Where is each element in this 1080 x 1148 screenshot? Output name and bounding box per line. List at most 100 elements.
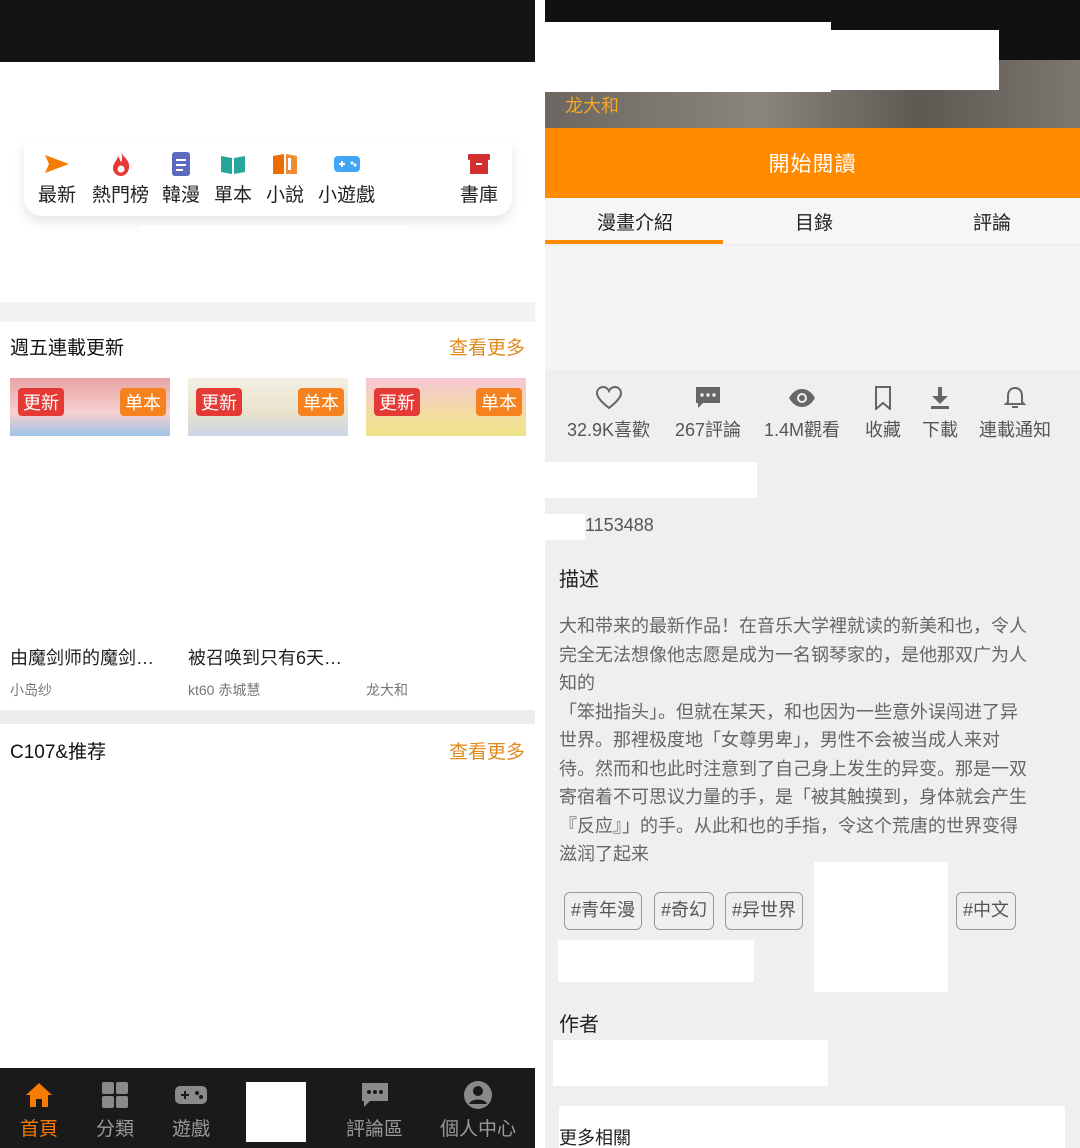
nav-games[interactable]: 遊戲	[172, 1080, 210, 1141]
tab-intro[interactable]: 漫畫介紹	[597, 208, 673, 235]
tag-chip[interactable]: #中文	[956, 892, 1017, 930]
comic-id: 1153488	[585, 515, 654, 535]
quicknav-label: 最新	[38, 185, 77, 206]
nav-category[interactable]: 分類	[96, 1080, 134, 1141]
section-divider	[0, 710, 535, 724]
update-badge: 更新	[374, 388, 420, 416]
quicknav-single[interactable]: 單本	[214, 150, 252, 207]
quicknav-korean[interactable]: 韓漫	[162, 150, 200, 207]
home-screen: 最新 熱門榜 韓漫 單本 小說 小遊戲 書庫 週五連載更新 查看更多 更新 单本…	[0, 0, 535, 1148]
nav-home[interactable]: 首頁	[20, 1080, 58, 1141]
nav-label: 遊戲	[172, 1119, 211, 1140]
quicknav-label: 小遊戲	[318, 185, 376, 206]
quicknav-label: 韓漫	[162, 185, 201, 206]
quicknav-label: 小說	[266, 185, 305, 206]
stat-label: 收藏	[865, 420, 901, 440]
stat-label: 連載通知	[979, 420, 1051, 440]
redacted-block	[814, 862, 948, 992]
quicknav-minigame[interactable]: 小遊戲	[318, 150, 375, 207]
redacted-block	[246, 1082, 306, 1142]
tag-chip[interactable]: #奇幻	[654, 892, 715, 930]
comment-icon	[693, 384, 723, 412]
comments-button[interactable]: 267評論	[675, 384, 741, 442]
description-line: 待。然而和也此时注意到了自己身上发生的异变。那是一双	[559, 758, 1027, 779]
redacted-block	[553, 1040, 828, 1086]
gamepad-icon	[332, 150, 362, 178]
author-name[interactable]: 龙大和	[565, 92, 619, 118]
download-button[interactable]: 下載	[922, 384, 958, 442]
archive-icon	[464, 150, 494, 178]
quicknav-library[interactable]: 書庫	[460, 150, 498, 207]
comment-icon	[358, 1080, 392, 1110]
comic-title[interactable]: 由魔剑师的魔剑…	[10, 644, 154, 670]
nav-comments[interactable]: 評論區	[346, 1080, 403, 1141]
quicknav-novel[interactable]: 小說	[266, 150, 304, 207]
send-icon	[42, 150, 72, 178]
section-title-weekly: 週五連載更新	[10, 338, 125, 359]
serial-notify-button[interactable]: 連載通知	[979, 384, 1051, 442]
redacted-block	[545, 514, 585, 540]
tab-comments[interactable]: 評論	[973, 208, 1011, 235]
comic-cover[interactable]: 更新 单本	[366, 378, 526, 436]
redacted-block	[545, 462, 757, 498]
download-icon	[925, 384, 955, 412]
bookmark-button[interactable]: 收藏	[865, 384, 901, 442]
detail-tabs: 漫畫介紹 目錄 評論	[545, 198, 1080, 244]
document-icon	[166, 150, 196, 178]
description-line: 『反应』」的手。从此和也的手指，令这个荒唐的世界变得	[559, 815, 1018, 836]
grid-icon	[98, 1080, 132, 1110]
nav-profile[interactable]: 個人中心	[440, 1080, 516, 1141]
description-text: 大和带来的最新作品！在音乐大学裡就读的新美和也，令人 完全无法想像他志愿是成为一…	[559, 612, 1059, 869]
update-badge: 更新	[18, 388, 64, 416]
single-badge: 单本	[120, 388, 166, 416]
nav-label: 評論區	[346, 1119, 404, 1140]
comic-detail-screen: 龙大和 開始閱讀 漫畫介紹 目錄 評論 32.9K喜歡 267評論 1.4M觀看	[545, 0, 1080, 1148]
see-more-link[interactable]: 查看更多	[449, 737, 525, 764]
redacted-block	[545, 22, 831, 92]
stats-bar: 32.9K喜歡 267評論 1.4M觀看 收藏 下載 連載通知	[545, 370, 1080, 462]
comic-author: kt60 赤城慧	[188, 682, 261, 698]
stat-label: 267評論	[675, 420, 742, 440]
redacted-block	[558, 940, 754, 982]
tag-chip[interactable]: #青年漫	[564, 892, 643, 930]
quicknav-latest[interactable]: 最新	[38, 150, 76, 207]
single-badge: 单本	[298, 388, 344, 416]
like-button[interactable]: 32.9K喜歡	[567, 384, 650, 442]
home-icon	[22, 1080, 56, 1110]
nav-label: 個人中心	[440, 1119, 517, 1140]
tab-contents[interactable]: 目錄	[795, 208, 833, 235]
bell-icon	[1000, 384, 1030, 412]
quicknav-hot[interactable]: 熱門榜	[92, 150, 149, 207]
comic-title[interactable]: 被召唤到只有6天…	[188, 644, 342, 670]
start-reading-button[interactable]: 開始閱讀	[545, 128, 1080, 198]
intro-banner	[545, 246, 1080, 370]
heart-icon	[594, 384, 624, 412]
bookmark-icon	[868, 384, 898, 412]
open-book-icon	[218, 150, 248, 178]
quicknav-label: 熱門榜	[92, 185, 150, 206]
section-divider	[0, 302, 535, 322]
see-more-link[interactable]: 查看更多	[449, 333, 525, 360]
stat-label: 32.9K喜歡	[567, 420, 651, 440]
comic-author: 龙大和	[366, 682, 408, 698]
nav-label: 分類	[96, 1119, 135, 1140]
description-line: 寄宿着不可思议力量的手，是「被其触摸到，身体就会产生	[559, 787, 1027, 807]
comic-author: 小岛纱	[10, 682, 52, 698]
comic-cover[interactable]: 更新 单本	[10, 378, 170, 436]
comic-cover[interactable]: 更新 单本	[188, 378, 348, 436]
panel-gutter	[535, 0, 545, 1148]
redacted-block	[831, 30, 999, 90]
description-line: 完全无法想像他志愿是成为一名钢琴家的，是他那双广为人	[559, 644, 1027, 665]
status-bar	[0, 0, 535, 62]
tag-chip[interactable]: #异世界	[725, 892, 804, 930]
description-title: 描述	[559, 569, 599, 591]
quicknav-label: 單本	[214, 185, 253, 206]
stat-label: 下載	[922, 420, 958, 440]
description-line: 「笨拙指头」。但就在某天，和也因为一些意外误闯进了异	[559, 701, 1018, 722]
description-line: 滋润了起来	[559, 844, 649, 864]
quicknav-label: 書庫	[460, 185, 499, 206]
eye-icon	[787, 384, 817, 412]
related-section	[559, 1106, 1065, 1148]
nav-label: 首頁	[20, 1119, 59, 1140]
update-badge: 更新	[196, 388, 242, 416]
